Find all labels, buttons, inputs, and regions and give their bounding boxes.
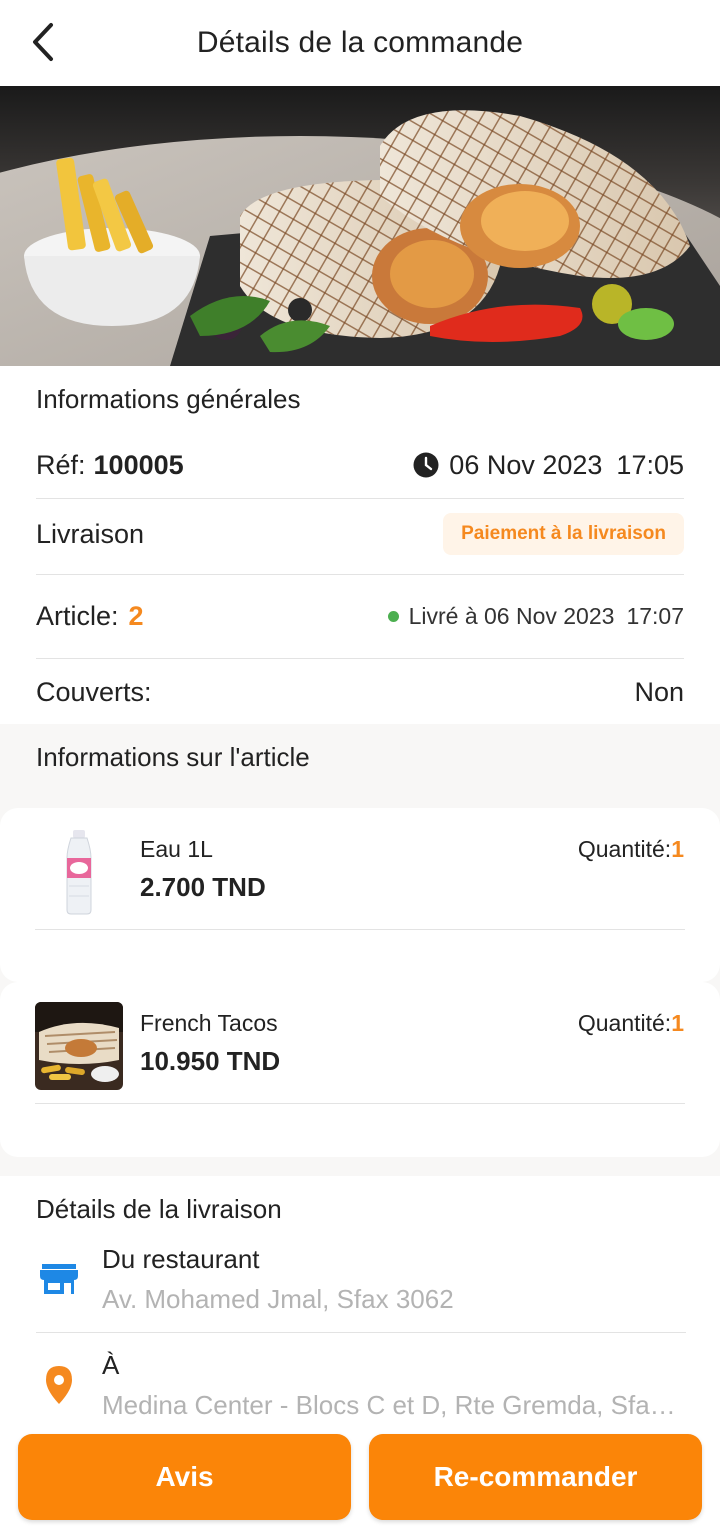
divider <box>36 1332 686 1333</box>
pickup-label: Du restaurant <box>102 1244 260 1274</box>
divider <box>35 929 685 930</box>
order-date-value: 06 Nov 2023 <box>449 449 603 480</box>
ref-label: Réf: <box>36 449 86 480</box>
items-section-title: Informations sur l'article <box>36 742 310 772</box>
list-item[interactable]: French Tacos 10.950 TND Quantité:1 <box>0 982 720 1157</box>
review-button[interactable]: Avis <box>18 1434 351 1520</box>
back-button[interactable] <box>22 20 62 64</box>
tacos-photo-icon <box>35 1002 123 1090</box>
status-dot-icon <box>387 610 399 622</box>
couverts-row: Couverts: Non <box>36 668 684 716</box>
ref-value: 100005 <box>93 449 184 480</box>
dropoff-label: À <box>102 1350 120 1380</box>
couverts-label: Couverts: <box>36 676 152 707</box>
article-label: Article: <box>36 600 119 631</box>
dropoff-address: Medina Center - Blocs C et D, Rte Gremda… <box>102 1390 687 1420</box>
hero-food-image <box>0 86 720 366</box>
divider <box>36 574 684 575</box>
order-date: 06 Nov 2023 17:05 <box>413 450 684 481</box>
general-info-section: Informations générales Réf: 100005 06 No… <box>0 366 720 724</box>
clock-icon <box>413 452 439 478</box>
item-price: 2.700 TND <box>140 872 266 902</box>
delivery-details-title: Détails de la livraison <box>36 1194 282 1224</box>
reorder-button[interactable]: Re-commander <box>369 1434 702 1520</box>
delivered-time: 17:07 <box>626 602 684 629</box>
quantity-label: Quantité: <box>577 1010 672 1036</box>
bottom-action-bar: Avis Re-commander <box>0 1424 720 1530</box>
payment-method-badge: Paiement à la livraison <box>443 513 684 555</box>
list-item[interactable]: Eau 1L 2.700 TND Quantité:1 <box>0 808 720 982</box>
items-section: Informations sur l'article Eau 1L 2.700 … <box>0 724 720 1176</box>
couverts-value: Non <box>634 676 684 707</box>
page-title: Détails de la commande <box>196 26 524 59</box>
quantity-value: 1 <box>671 836 684 862</box>
store-icon <box>40 1264 78 1294</box>
delivered-text: Livré à 06 Nov 2023 <box>408 602 615 629</box>
divider <box>35 1103 685 1104</box>
water-bottle-icon <box>35 828 123 916</box>
delivery-mode-label: Livraison <box>36 518 145 549</box>
article-row: Article: 2 Livré à 06 Nov 2023 17:07 <box>36 590 684 642</box>
item-name: Eau 1L <box>140 836 213 862</box>
quantity-value: 1 <box>671 1010 684 1036</box>
app-header: Détails de la commande <box>0 0 720 86</box>
delivery-mode-row: Livraison Paiement à la livraison <box>36 508 684 560</box>
pickup-address: Av. Mohamed Jmal, Sfax 3062 <box>102 1284 454 1314</box>
general-info-title: Informations générales <box>36 384 301 414</box>
item-price: 10.950 TND <box>140 1046 281 1076</box>
item-quantity: Quantité:1 <box>578 836 684 863</box>
divider <box>36 498 684 499</box>
item-quantity: Quantité:1 <box>578 1010 684 1037</box>
location-pin-icon <box>46 1366 72 1404</box>
divider <box>36 658 684 659</box>
item-name: French Tacos <box>140 1010 278 1036</box>
delivered-status: Livré à 06 Nov 2023 17:07 <box>387 602 684 630</box>
quantity-label: Quantité: <box>577 836 672 862</box>
chevron-left-icon <box>33 23 53 61</box>
order-time-value: 17:05 <box>616 449 684 480</box>
article-count: 2 <box>128 600 144 631</box>
ref-row: Réf: 100005 06 Nov 2023 17:05 <box>36 441 684 489</box>
